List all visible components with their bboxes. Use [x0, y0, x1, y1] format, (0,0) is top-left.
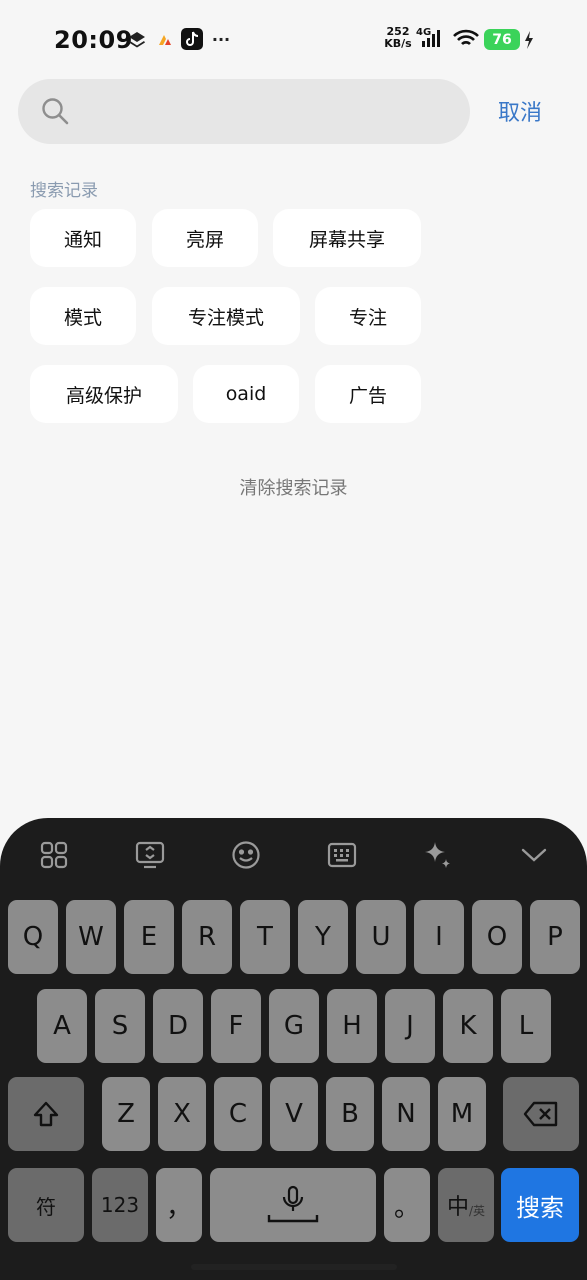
history-chip[interactable]: 通知 [30, 209, 136, 267]
key-z[interactable]: Z [102, 1077, 150, 1151]
key-k[interactable]: K [443, 989, 493, 1063]
history-chip[interactable]: 屏幕共享 [273, 209, 421, 267]
history-chip[interactable]: 专注模式 [152, 287, 300, 345]
lang-primary: 中 [446, 1195, 469, 1220]
key-f[interactable]: F [211, 989, 261, 1063]
clock: 20:09 [54, 26, 133, 54]
sparkle-icon[interactable] [420, 838, 456, 872]
home-indicator[interactable] [191, 1264, 397, 1270]
backspace-key[interactable] [503, 1077, 579, 1151]
shift-icon [33, 1101, 59, 1127]
key-i[interactable]: I [414, 900, 464, 974]
key-s[interactable]: S [95, 989, 145, 1063]
history-chip[interactable]: oaid [193, 365, 299, 423]
charging-icon [522, 28, 536, 52]
key-y[interactable]: Y [298, 900, 348, 974]
cellular-signal-icon: 4G [414, 26, 448, 50]
cancel-button[interactable]: 取消 [498, 95, 542, 127]
key-l[interactable]: L [501, 989, 551, 1063]
emoji-icon[interactable] [228, 838, 264, 872]
key-p[interactable]: P [530, 900, 580, 974]
keyboard-icon[interactable] [324, 838, 360, 872]
search-icon [40, 96, 70, 126]
clear-history-button[interactable]: 清除搜索记录 [0, 474, 587, 500]
history-chip[interactable]: 广告 [315, 365, 421, 423]
layers-icon [126, 28, 148, 52]
screen-icon[interactable] [132, 838, 168, 872]
key-u[interactable]: U [356, 900, 406, 974]
key-o[interactable]: O [472, 900, 522, 974]
key-e[interactable]: E [124, 900, 174, 974]
shift-key[interactable] [8, 1077, 84, 1151]
key-g[interactable]: G [269, 989, 319, 1063]
key-a[interactable]: A [37, 989, 87, 1063]
history-chip[interactable]: 高级保护 [30, 365, 178, 423]
numbers-key[interactable]: 123 [92, 1168, 148, 1242]
soft-keyboard: Q W E R T Y U I O P A S D F G H J K L Z … [0, 818, 587, 1280]
search-history-title: 搜索记录 [30, 181, 98, 201]
key-d[interactable]: D [153, 989, 203, 1063]
symbols-key[interactable]: 符 [8, 1168, 84, 1242]
space-key[interactable] [210, 1168, 376, 1242]
key-r[interactable]: R [182, 900, 232, 974]
grid-icon[interactable] [36, 838, 72, 872]
key-w[interactable]: W [66, 900, 116, 974]
tiktok-icon [181, 28, 203, 50]
network-speed-unit: KB/s [384, 37, 412, 50]
key-v[interactable]: V [270, 1077, 318, 1151]
language-switch-key[interactable]: 中/英 [438, 1168, 494, 1242]
history-chip[interactable]: 亮屏 [152, 209, 258, 267]
network-speed: 252 KB/s [384, 26, 412, 50]
app-notification-icon [156, 28, 174, 52]
key-q[interactable]: Q [8, 900, 58, 974]
search-bar[interactable] [18, 79, 470, 144]
key-m[interactable]: M [438, 1077, 486, 1151]
network-type: 4G [416, 27, 431, 38]
wifi-icon [452, 27, 480, 51]
key-h[interactable]: H [327, 989, 377, 1063]
microphone-icon [267, 1185, 319, 1223]
history-chip[interactable]: 专注 [315, 287, 421, 345]
history-chip[interactable]: 模式 [30, 287, 136, 345]
search-input[interactable] [84, 89, 454, 134]
lang-secondary: /英 [468, 1203, 486, 1218]
status-bar: 20:09 ··· 252 KB/s 4G 76 [0, 0, 587, 80]
battery-indicator: 76 [484, 29, 520, 50]
comma-key[interactable]: ， [156, 1168, 202, 1242]
key-j[interactable]: J [385, 989, 435, 1063]
key-t[interactable]: T [240, 900, 290, 974]
search-enter-key[interactable]: 搜索 [501, 1168, 579, 1242]
key-n[interactable]: N [382, 1077, 430, 1151]
more-notifications-icon: ··· [211, 29, 231, 49]
chevron-down-icon[interactable] [516, 838, 552, 872]
backspace-icon [523, 1101, 558, 1127]
key-b[interactable]: B [326, 1077, 374, 1151]
key-x[interactable]: X [158, 1077, 206, 1151]
period-key[interactable]: 。 [384, 1168, 430, 1242]
key-c[interactable]: C [214, 1077, 262, 1151]
